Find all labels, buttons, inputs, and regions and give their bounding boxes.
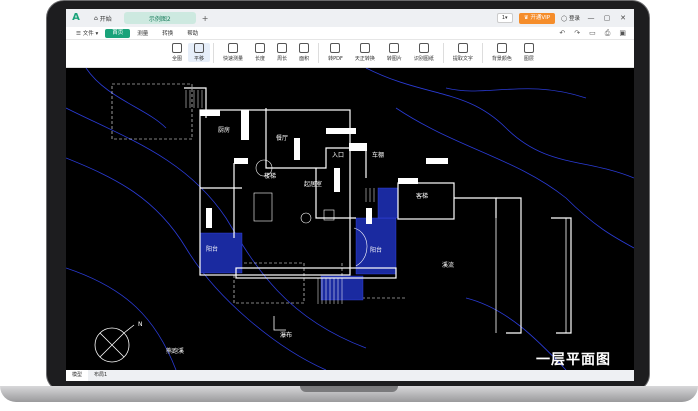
tab-model[interactable]: 模型 — [66, 370, 89, 381]
tab-layout1[interactable]: 布局1 — [88, 370, 113, 381]
menu-home[interactable]: 首页 — [105, 28, 131, 38]
page-select[interactable]: 1▾ — [496, 13, 513, 23]
image-icon — [389, 43, 400, 53]
laptop-frame: A ⌂ 开始 示例图2 + 1▾ ♛ 开通VIP ◯ 登录 — ▢ ✕ ☰ 文件… — [0, 0, 698, 411]
label-stairs: 楼梯 — [264, 172, 276, 180]
menu-bar: ☰ 文件 ▾ 首页 测量 转换 帮助 ↶ ↷ ▭ ⎙ ▣ — [66, 27, 634, 40]
north-arrow-icon — [94, 324, 135, 363]
tool-background-color[interactable]: 背景颜色 — [486, 43, 518, 62]
tab-file[interactable]: 示例图2 — [123, 12, 196, 24]
tool-area[interactable]: 面积 — [293, 43, 315, 62]
label-stream: 溪流 — [442, 261, 454, 269]
tab-file-label: 示例图2 — [148, 15, 171, 23]
tool-fit-all[interactable]: 全图 — [166, 43, 188, 62]
tool-quick-measure[interactable]: 快速测量 — [217, 43, 249, 62]
label-terrace-right: 阳台 — [370, 246, 382, 254]
label-kitchen: 厨房 — [218, 126, 230, 134]
right-structures — [495, 218, 567, 333]
app-window: A ⌂ 开始 示例图2 + 1▾ ♛ 开通VIP ◯ 登录 — ▢ ✕ ☰ 文件… — [66, 9, 634, 381]
terrace-hatch — [199, 187, 399, 301]
layers-icon — [523, 43, 534, 53]
convert-icon — [359, 43, 370, 53]
label-terrace-left: 阳台 — [206, 245, 218, 253]
status-bar: 模型 布局1 — [66, 370, 634, 381]
menu-icon: ☰ — [76, 31, 83, 37]
label-brook: 熊跑溪 — [166, 347, 184, 355]
area-icon — [299, 43, 310, 53]
pdf-icon — [330, 43, 341, 53]
print-icon[interactable]: ⎙ — [605, 29, 611, 38]
save-icon[interactable]: ▣ — [619, 29, 626, 38]
tool-to-pdf[interactable]: 转PDF — [322, 43, 349, 62]
label-living: 起居室 — [304, 180, 322, 188]
undo-icon[interactable]: ↶ — [559, 29, 565, 38]
user-icon: ◯ — [561, 16, 568, 22]
tab-home-label: 开始 — [99, 15, 112, 23]
palette-icon — [496, 43, 507, 53]
ruler-icon — [228, 43, 239, 53]
title-bar: A ⌂ 开始 示例图2 + 1▾ ♛ 开通VIP ◯ 登录 — ▢ ✕ — [66, 9, 634, 27]
tool-perimeter[interactable]: 周长 — [271, 43, 293, 62]
ribbon-toolbar: 全图 平移 快速测量 长度 周长 面积 转PDF 天正转换 转图片 识别图纸 提… — [66, 40, 634, 68]
section-mark-icon — [273, 316, 286, 331]
hand-icon — [194, 43, 205, 53]
tool-extract-text[interactable]: 提取文字 — [447, 43, 479, 62]
tab-home[interactable]: ⌂ 开始 — [86, 12, 120, 24]
tool-recognize-drawing[interactable]: 识别图纸 — [408, 43, 440, 62]
tool-length[interactable]: 长度 — [249, 43, 271, 62]
zoom-fit-icon — [172, 43, 182, 53]
app-logo-icon: A — [72, 12, 80, 23]
redo-icon[interactable]: ↷ — [574, 29, 580, 38]
crown-icon: ♛ — [523, 14, 529, 21]
menu-file[interactable]: ☰ 文件 ▾ — [66, 29, 105, 37]
new-tab-button[interactable]: + — [202, 14, 209, 23]
drawing-canvas[interactable]: N 厨房 餐厅 入口 车棚 楼梯 起居室 客梯 阳台 阳台 溪流 瀑布 熊跑溪 — [66, 68, 634, 370]
label-guest: 客梯 — [416, 192, 428, 200]
menu-convert[interactable]: 转换 — [155, 29, 180, 37]
tool-layers[interactable]: 图层 — [518, 43, 540, 62]
menu-help[interactable]: 帮助 — [180, 29, 205, 37]
recognize-icon — [418, 43, 429, 53]
vip-button[interactable]: ♛ 开通VIP — [518, 12, 556, 24]
label-waterfall: 瀑布 — [280, 331, 292, 339]
tool-to-image[interactable]: 转图片 — [381, 43, 408, 62]
drawing-caption: 一层平面图 — [536, 352, 611, 368]
length-icon — [255, 43, 266, 53]
text-extract-icon — [457, 43, 468, 53]
perimeter-icon — [277, 43, 288, 53]
close-button[interactable]: ✕ — [618, 14, 628, 22]
tool-tangent-convert[interactable]: 天正转换 — [349, 43, 381, 62]
open-folder-icon[interactable]: ▭ — [589, 29, 596, 38]
floor-plan-drawing: N 厨房 餐厅 入口 车棚 楼梯 起居室 客梯 阳台 阳台 溪流 瀑布 熊跑溪 — [66, 68, 634, 370]
north-label: N — [138, 321, 143, 328]
laptop-notch — [300, 386, 398, 392]
tool-pan[interactable]: 平移 — [188, 43, 211, 62]
login-button[interactable]: ◯ 登录 — [561, 14, 580, 22]
minimize-button[interactable]: — — [586, 14, 596, 22]
maximize-button[interactable]: ▢ — [602, 14, 612, 22]
menu-measure[interactable]: 测量 — [130, 29, 155, 37]
label-dining: 餐厅 — [276, 134, 288, 142]
label-garage: 车棚 — [372, 151, 384, 159]
label-entrance: 入口 — [332, 152, 344, 159]
